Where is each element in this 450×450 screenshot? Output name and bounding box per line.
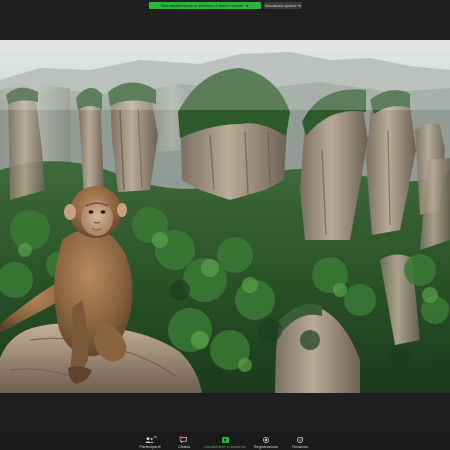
screen-share-status-text: Stai visualizzando lo schermo di Marco S… (160, 2, 244, 8)
view-options-button[interactable]: Visualizza opzioni ▾ (263, 1, 302, 9)
reactions-label: Reazioni (292, 444, 308, 449)
share-status-bar: Stai visualizzando lo schermo di Marco S… (0, 0, 450, 10)
meeting-window: Stai visualizzando lo schermo di Marco S… (0, 0, 450, 450)
participants-label: Partecipanti (139, 444, 161, 449)
share-screen-icon (218, 436, 232, 444)
shared-photo (0, 40, 450, 393)
chat-icon (177, 436, 191, 444)
view-options-label: Visualizza opzioni (264, 2, 297, 8)
chevron-down-icon: ▾ (246, 2, 249, 8)
meeting-toolbar: 88 Partecipanti Chatta Condividere lo sc… (0, 432, 450, 450)
share-screen-button[interactable]: Condividere lo schermo (204, 436, 246, 449)
chat-button[interactable]: Chatta (170, 436, 198, 449)
share-screen-label: Condividere lo schermo (203, 444, 247, 449)
chevron-down-icon: ▾ (298, 2, 301, 8)
record-button[interactable]: Registrazione (252, 436, 280, 449)
participant-count: 88 (153, 435, 157, 439)
participants-icon: 88 (143, 435, 157, 444)
reactions-button[interactable]: Reazioni (286, 436, 314, 449)
record-label: Registrazione (253, 444, 279, 449)
chat-label: Chatta (178, 444, 190, 449)
screen-share-status-pill[interactable]: Stai visualizzando lo schermo di Marco S… (148, 1, 261, 9)
reactions-icon (293, 436, 307, 444)
notification-badge (178, 436, 182, 439)
participants-button[interactable]: 88 Partecipanti (136, 435, 164, 449)
record-icon (259, 436, 273, 444)
shared-screen-view (0, 40, 450, 393)
